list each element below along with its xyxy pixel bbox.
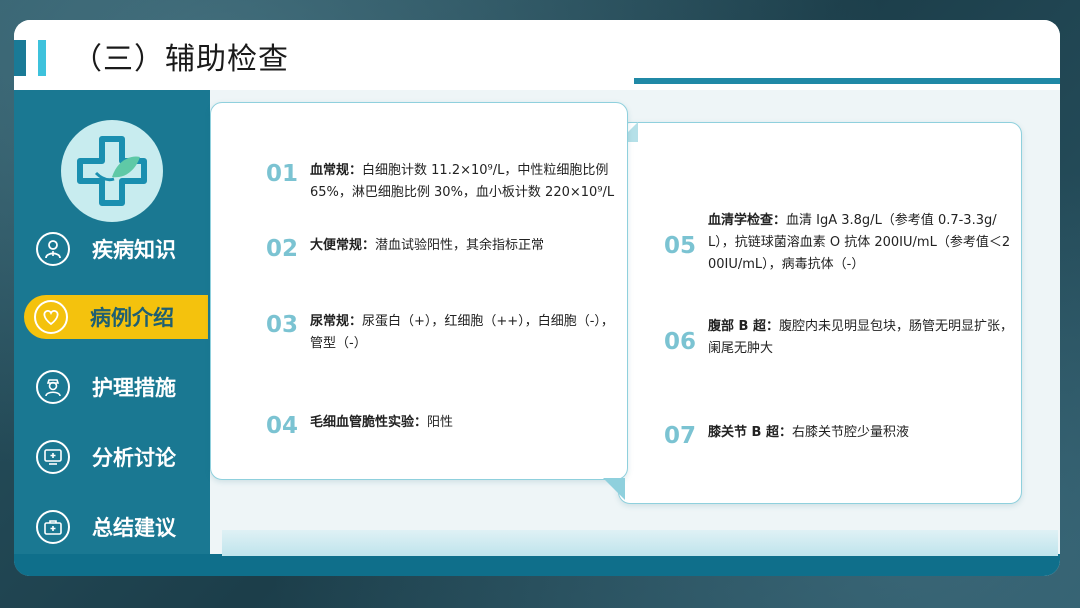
title-bar: （三）辅助检查	[14, 20, 1060, 84]
page-title: （三）辅助检查	[72, 42, 289, 77]
item-number: 01	[266, 161, 299, 187]
list-item: 07 膝关节 B 超：右膝关节腔少量积液	[664, 422, 1014, 450]
nurse-icon	[36, 370, 70, 404]
heart-hands-icon	[34, 300, 68, 334]
item-text: 腹部 B 超：腹腔内未见明显包块，肠管无明显扩张，阑尾无肿大	[708, 319, 1013, 356]
sidebar-item-label: 疾病知识	[92, 238, 176, 262]
item-text: 尿常规：尿蛋白（+），红细胞（++），白细胞（-），管型（-）	[310, 314, 614, 351]
bottom-strip	[222, 530, 1058, 556]
list-item: 02 大便常规：潜血试验阳性，其余指标正常	[266, 235, 616, 263]
sidebar-item-summary[interactable]: 总结建议	[26, 505, 210, 549]
item-number: 05	[664, 233, 697, 259]
sidebar-item-analysis[interactable]: 分析讨论	[26, 435, 210, 479]
list-item: 05 血清学检查：血清 IgA 3.8g/L（参考值 0.7-3.3g/L），抗…	[664, 210, 1014, 276]
item-number: 04	[266, 413, 299, 439]
sidebar-item-disease-knowledge[interactable]: 疾病知识	[26, 227, 210, 271]
item-text: 血清学检查：血清 IgA 3.8g/L（参考值 0.7-3.3g/L），抗链球菌…	[708, 213, 1011, 272]
medical-cross-logo-icon	[61, 120, 163, 222]
sidebar-item-label: 病例介绍	[90, 306, 174, 330]
item-number: 02	[266, 236, 299, 262]
sidebar-item-label: 护理措施	[92, 376, 176, 400]
item-text: 毛细血管脆性实验：阳性	[310, 415, 454, 430]
title-accent	[38, 40, 46, 76]
card-fold	[603, 478, 625, 500]
list-item: 01 血常规：白细胞计数 11.2×10⁹/L，中性粒细胞比例 65%，淋巴细胞…	[266, 160, 616, 204]
sidebar-item-label: 总结建议	[92, 516, 176, 540]
item-text: 大便常规：潜血试验阳性，其余指标正常	[310, 238, 545, 253]
list-item: 04 毛细血管脆性实验：阳性	[266, 412, 616, 440]
item-number: 06	[664, 329, 697, 355]
doctor-person-icon	[36, 232, 70, 266]
footer-band	[14, 554, 1060, 576]
item-number: 03	[266, 312, 299, 338]
title-accent	[14, 40, 26, 76]
list-item: 03 尿常规：尿蛋白（+），红细胞（++），白细胞（-），管型（-）	[266, 311, 616, 355]
sidebar: 疾病知识 病例介绍 护理措施 分析讨论 总结建议	[14, 90, 210, 576]
item-number: 07	[664, 423, 697, 449]
item-text: 血常规：白细胞计数 11.2×10⁹/L，中性粒细胞比例 65%，淋巴细胞比例 …	[310, 163, 615, 200]
sidebar-item-nursing-measures[interactable]: 护理措施	[26, 365, 210, 409]
item-text: 膝关节 B 超：右膝关节腔少量积液	[708, 425, 909, 440]
sidebar-item-label: 分析讨论	[92, 446, 176, 470]
medical-monitor-icon	[36, 440, 70, 474]
list-item: 06 腹部 B 超：腹腔内未见明显包块，肠管无明显扩张，阑尾无肿大	[664, 316, 1014, 360]
first-aid-kit-icon	[36, 510, 70, 544]
sidebar-item-case-intro[interactable]: 病例介绍	[24, 295, 208, 339]
title-rule	[634, 78, 1060, 84]
